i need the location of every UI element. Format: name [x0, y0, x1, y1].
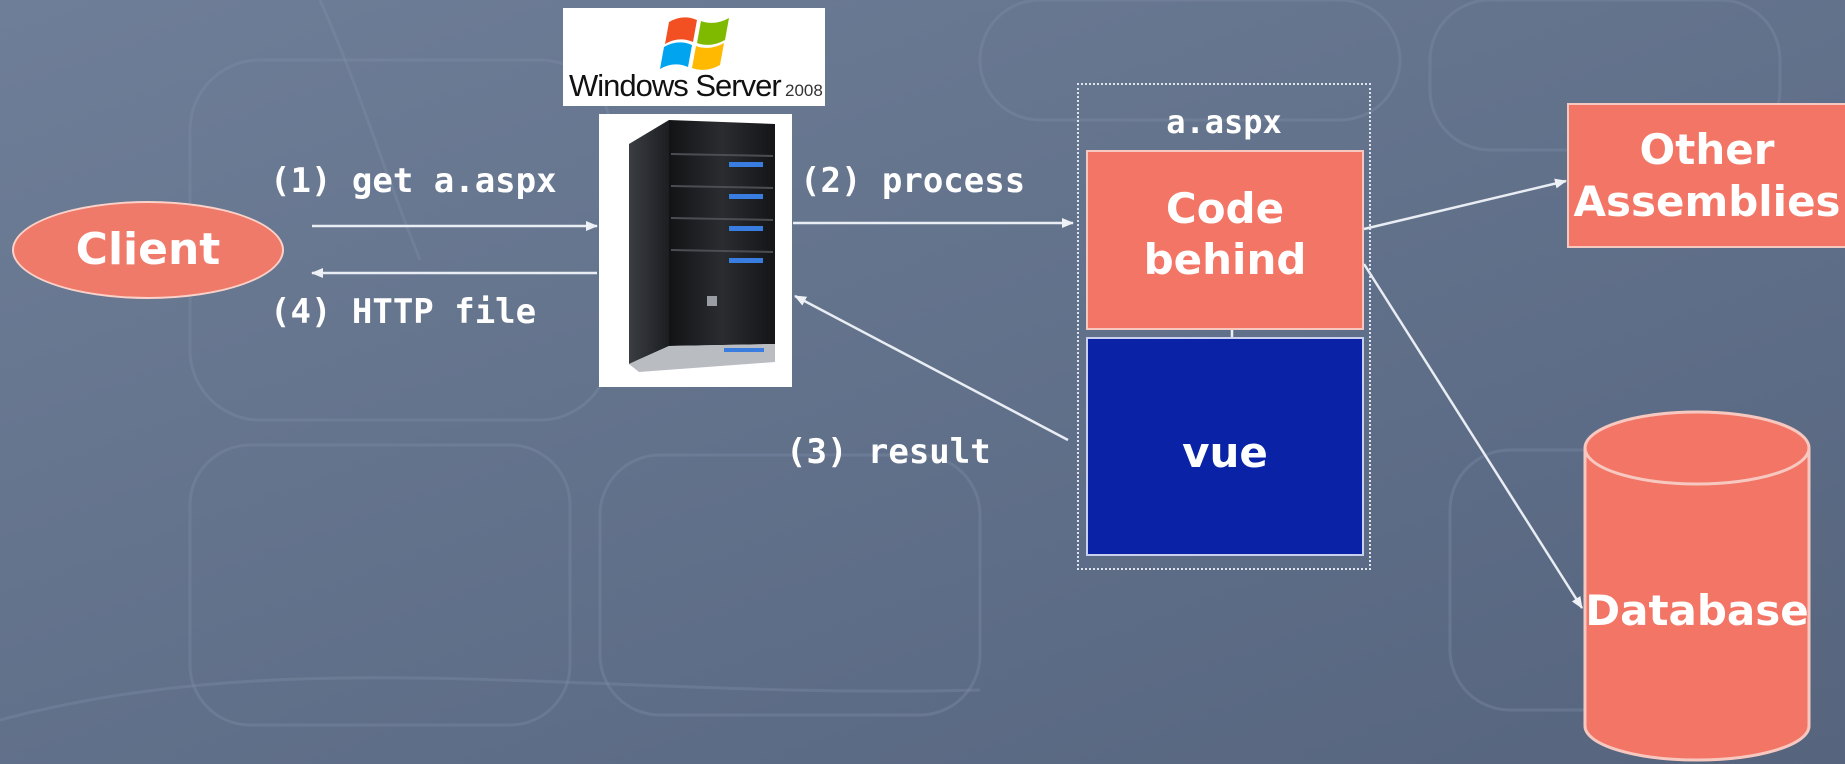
arrow-to-assemblies [1363, 178, 1567, 231]
svg-text:2008: 2008 [785, 81, 823, 100]
arrow-result [794, 294, 1069, 442]
other-assemblies-line2: Assemblies [1573, 176, 1841, 226]
code-behind-label-line2: behind [1143, 235, 1307, 284]
other-assemblies-box: Other Assemblies [1567, 103, 1845, 248]
code-behind-label-line1: Code [1165, 183, 1285, 233]
server-tower-icon [599, 114, 792, 387]
client-label: Client [75, 224, 221, 276]
aspx-title: a.aspx [1166, 103, 1282, 141]
database-label: Database [1585, 586, 1809, 635]
vue-box: vue [1086, 337, 1364, 556]
step-get-label: (1) get a.aspx [270, 161, 557, 201]
other-assemblies-line1: Other [1639, 125, 1775, 175]
svg-text:Windows Server: Windows Server [569, 68, 781, 103]
code-behind-box: Code behind [1086, 150, 1364, 330]
vue-label: vue [1182, 428, 1268, 477]
step-http-file-label: (4) HTTP file [270, 292, 537, 332]
arrow-to-database [1362, 263, 1584, 609]
windows-server-logo: Windows Server 2008 [563, 8, 825, 106]
step-process-label: (2) process [800, 161, 1026, 201]
client-node: Client [12, 201, 284, 299]
windows-flag-icon: Windows Server 2008 [569, 17, 823, 103]
server-tower [599, 114, 792, 387]
step-result-label: (3) result [786, 432, 991, 472]
